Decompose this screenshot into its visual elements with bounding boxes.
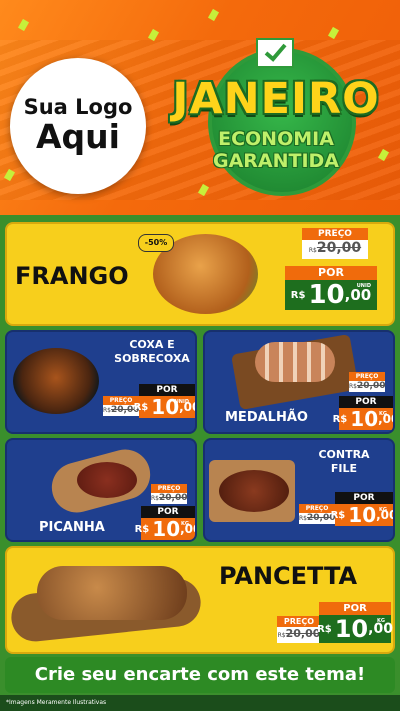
pancetta-roast-image (37, 566, 187, 620)
product-name: MEDALHÃO (225, 410, 308, 425)
por-label: POR (285, 266, 377, 280)
campaign-subtitle-1: ECONOMIA (218, 128, 334, 150)
old-price: R$20,00 (302, 240, 368, 259)
product-card-pancetta[interactable]: PANCETTA PREÇO R$20,00 POR R$ 10,00 KG (5, 546, 395, 654)
price-old-box: PREÇO R$20,00 (277, 616, 321, 643)
price-new-box: POR R$10,00KG (317, 602, 393, 643)
price-new-box: POR R$10,00KG (134, 506, 195, 541)
footnote: *Imagens Meramente Ilustrativas (0, 695, 400, 711)
confetti (3, 168, 16, 182)
price-label: PREÇO (302, 228, 368, 240)
product-card-frango[interactable]: FRANGO PREÇO R$20,00 POR R$ 10,00 UNID (5, 222, 395, 326)
product-card-contrafile[interactable]: CONTRA FILE PREÇO R$20,00 POR R$10,00KG (203, 438, 395, 542)
confetti (17, 18, 30, 32)
product-name: PICANHA (39, 520, 105, 535)
price-new-box: POR R$10,00KG (332, 396, 393, 431)
logo-placeholder[interactable]: Sua Logo Aqui (10, 58, 146, 194)
price-new-box: POR R$10,00UNID (134, 384, 195, 419)
product-name: COXA E SOBRECOXA (114, 338, 190, 365)
confetti (207, 8, 220, 22)
price-new-box: POR R$10,00KG (331, 492, 393, 527)
product-name: CONTRA FILE (318, 448, 370, 475)
campaign-title: JANEIRO (172, 74, 380, 124)
ballot-check-icon (256, 38, 294, 68)
product-card-medalhao[interactable]: MEDALHÃO PREÇO R$20,00 POR R$10,00KG (203, 330, 395, 434)
product-card-coxa[interactable]: COXA E SOBRECOXA PREÇO R$20,00 POR R$ 10,… (5, 330, 197, 434)
product-name: FRANGO (15, 262, 129, 290)
price-old-box: PREÇO R$20,00 (151, 484, 188, 504)
logo-line1: Sua Logo (23, 95, 133, 120)
product-name: PANCETTA (219, 562, 358, 590)
campaign-subtitle-2: GARANTIDA (212, 150, 340, 172)
logo-line2: Aqui (36, 117, 120, 157)
campaign-badge: JANEIRO ECONOMIA GARANTIDA (170, 38, 382, 196)
sirloin-steaks-image (219, 470, 289, 512)
price-new-box: POR R$10,00UNID (285, 266, 377, 310)
picanha-steak-image (77, 462, 137, 498)
header-banner: Sua Logo Aqui JANEIRO ECONOMIA GARANTIDA (0, 0, 400, 215)
discount-badge: -50% (138, 234, 174, 252)
price-old-box: PREÇO R$20,00 (299, 504, 336, 524)
cta-banner[interactable]: Crie seu encarte com este tema! (5, 657, 395, 693)
medallion-skewers-image (255, 342, 335, 382)
product-card-picanha[interactable]: PICANHA PREÇO R$20,00 POR R$10,00KG (5, 438, 197, 542)
price-old-box: PREÇO R$20,00 (349, 372, 386, 392)
price-old-box: PREÇO R$20,00 (302, 228, 368, 259)
chicken-leg-pan-image (13, 348, 99, 414)
confetti (147, 28, 160, 42)
new-price: R$ 10,00 UNID (285, 280, 377, 310)
